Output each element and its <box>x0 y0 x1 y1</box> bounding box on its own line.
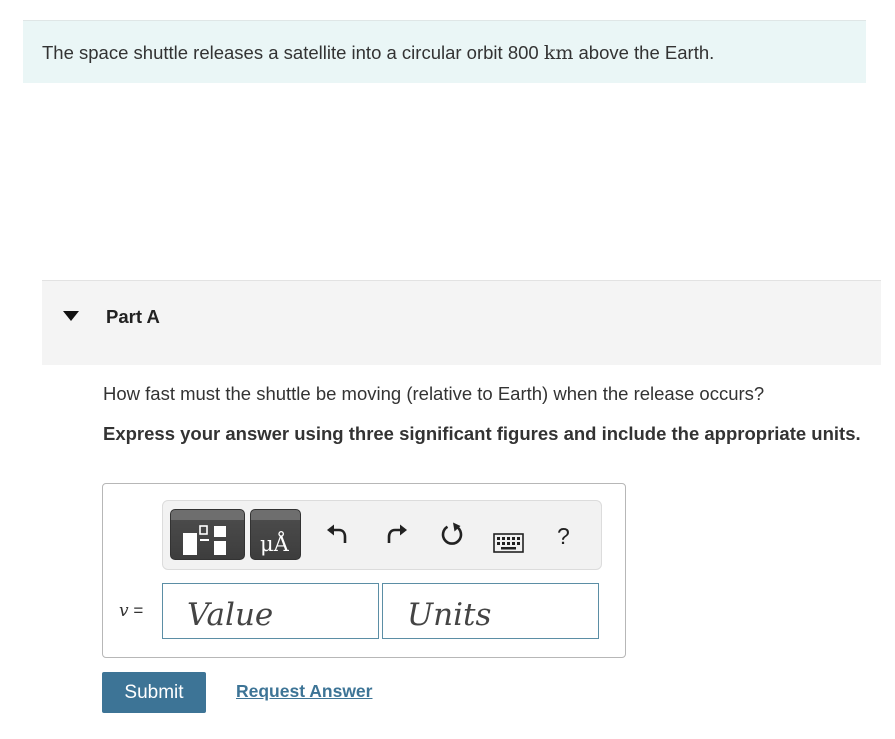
statement-text-before: The space shuttle releases a satellite i… <box>42 42 544 63</box>
value-input[interactable] <box>162 583 379 639</box>
answer-instruction: Express your answer using three signific… <box>103 423 861 444</box>
answer-variable: v <box>119 601 129 621</box>
problem-intro: The space shuttle releases a satellite i… <box>23 20 866 83</box>
units-input[interactable] <box>382 583 599 639</box>
help-icon[interactable]: ? <box>557 523 570 550</box>
answer-panel: μÅ ? v = <box>102 483 626 658</box>
math-toolbar: μÅ ? <box>162 500 602 570</box>
collapse-caret-icon[interactable] <box>63 311 79 321</box>
statement-text-after: above the Earth. <box>573 42 715 63</box>
problem-statement: The space shuttle releases a satellite i… <box>42 42 714 64</box>
units-icon: μÅ <box>260 532 289 556</box>
templates-icon <box>183 525 226 555</box>
submit-button[interactable]: Submit <box>102 672 206 713</box>
part-a-header[interactable]: Part A <box>42 280 881 365</box>
question-prompt: How fast must the shuttle be moving (rel… <box>103 383 765 404</box>
units-button[interactable]: μÅ <box>250 509 301 560</box>
redo-icon[interactable] <box>384 521 410 547</box>
keyboard-icon[interactable] <box>493 533 524 553</box>
templates-button[interactable] <box>170 509 245 560</box>
request-answer-link[interactable]: Request Answer <box>236 681 372 702</box>
distance-unit: km <box>543 42 574 64</box>
undo-icon[interactable] <box>324 521 350 547</box>
reset-icon[interactable] <box>439 521 465 547</box>
answer-label: v = <box>119 601 143 621</box>
part-title: Part A <box>106 306 160 327</box>
equals-sign: = <box>133 601 144 620</box>
